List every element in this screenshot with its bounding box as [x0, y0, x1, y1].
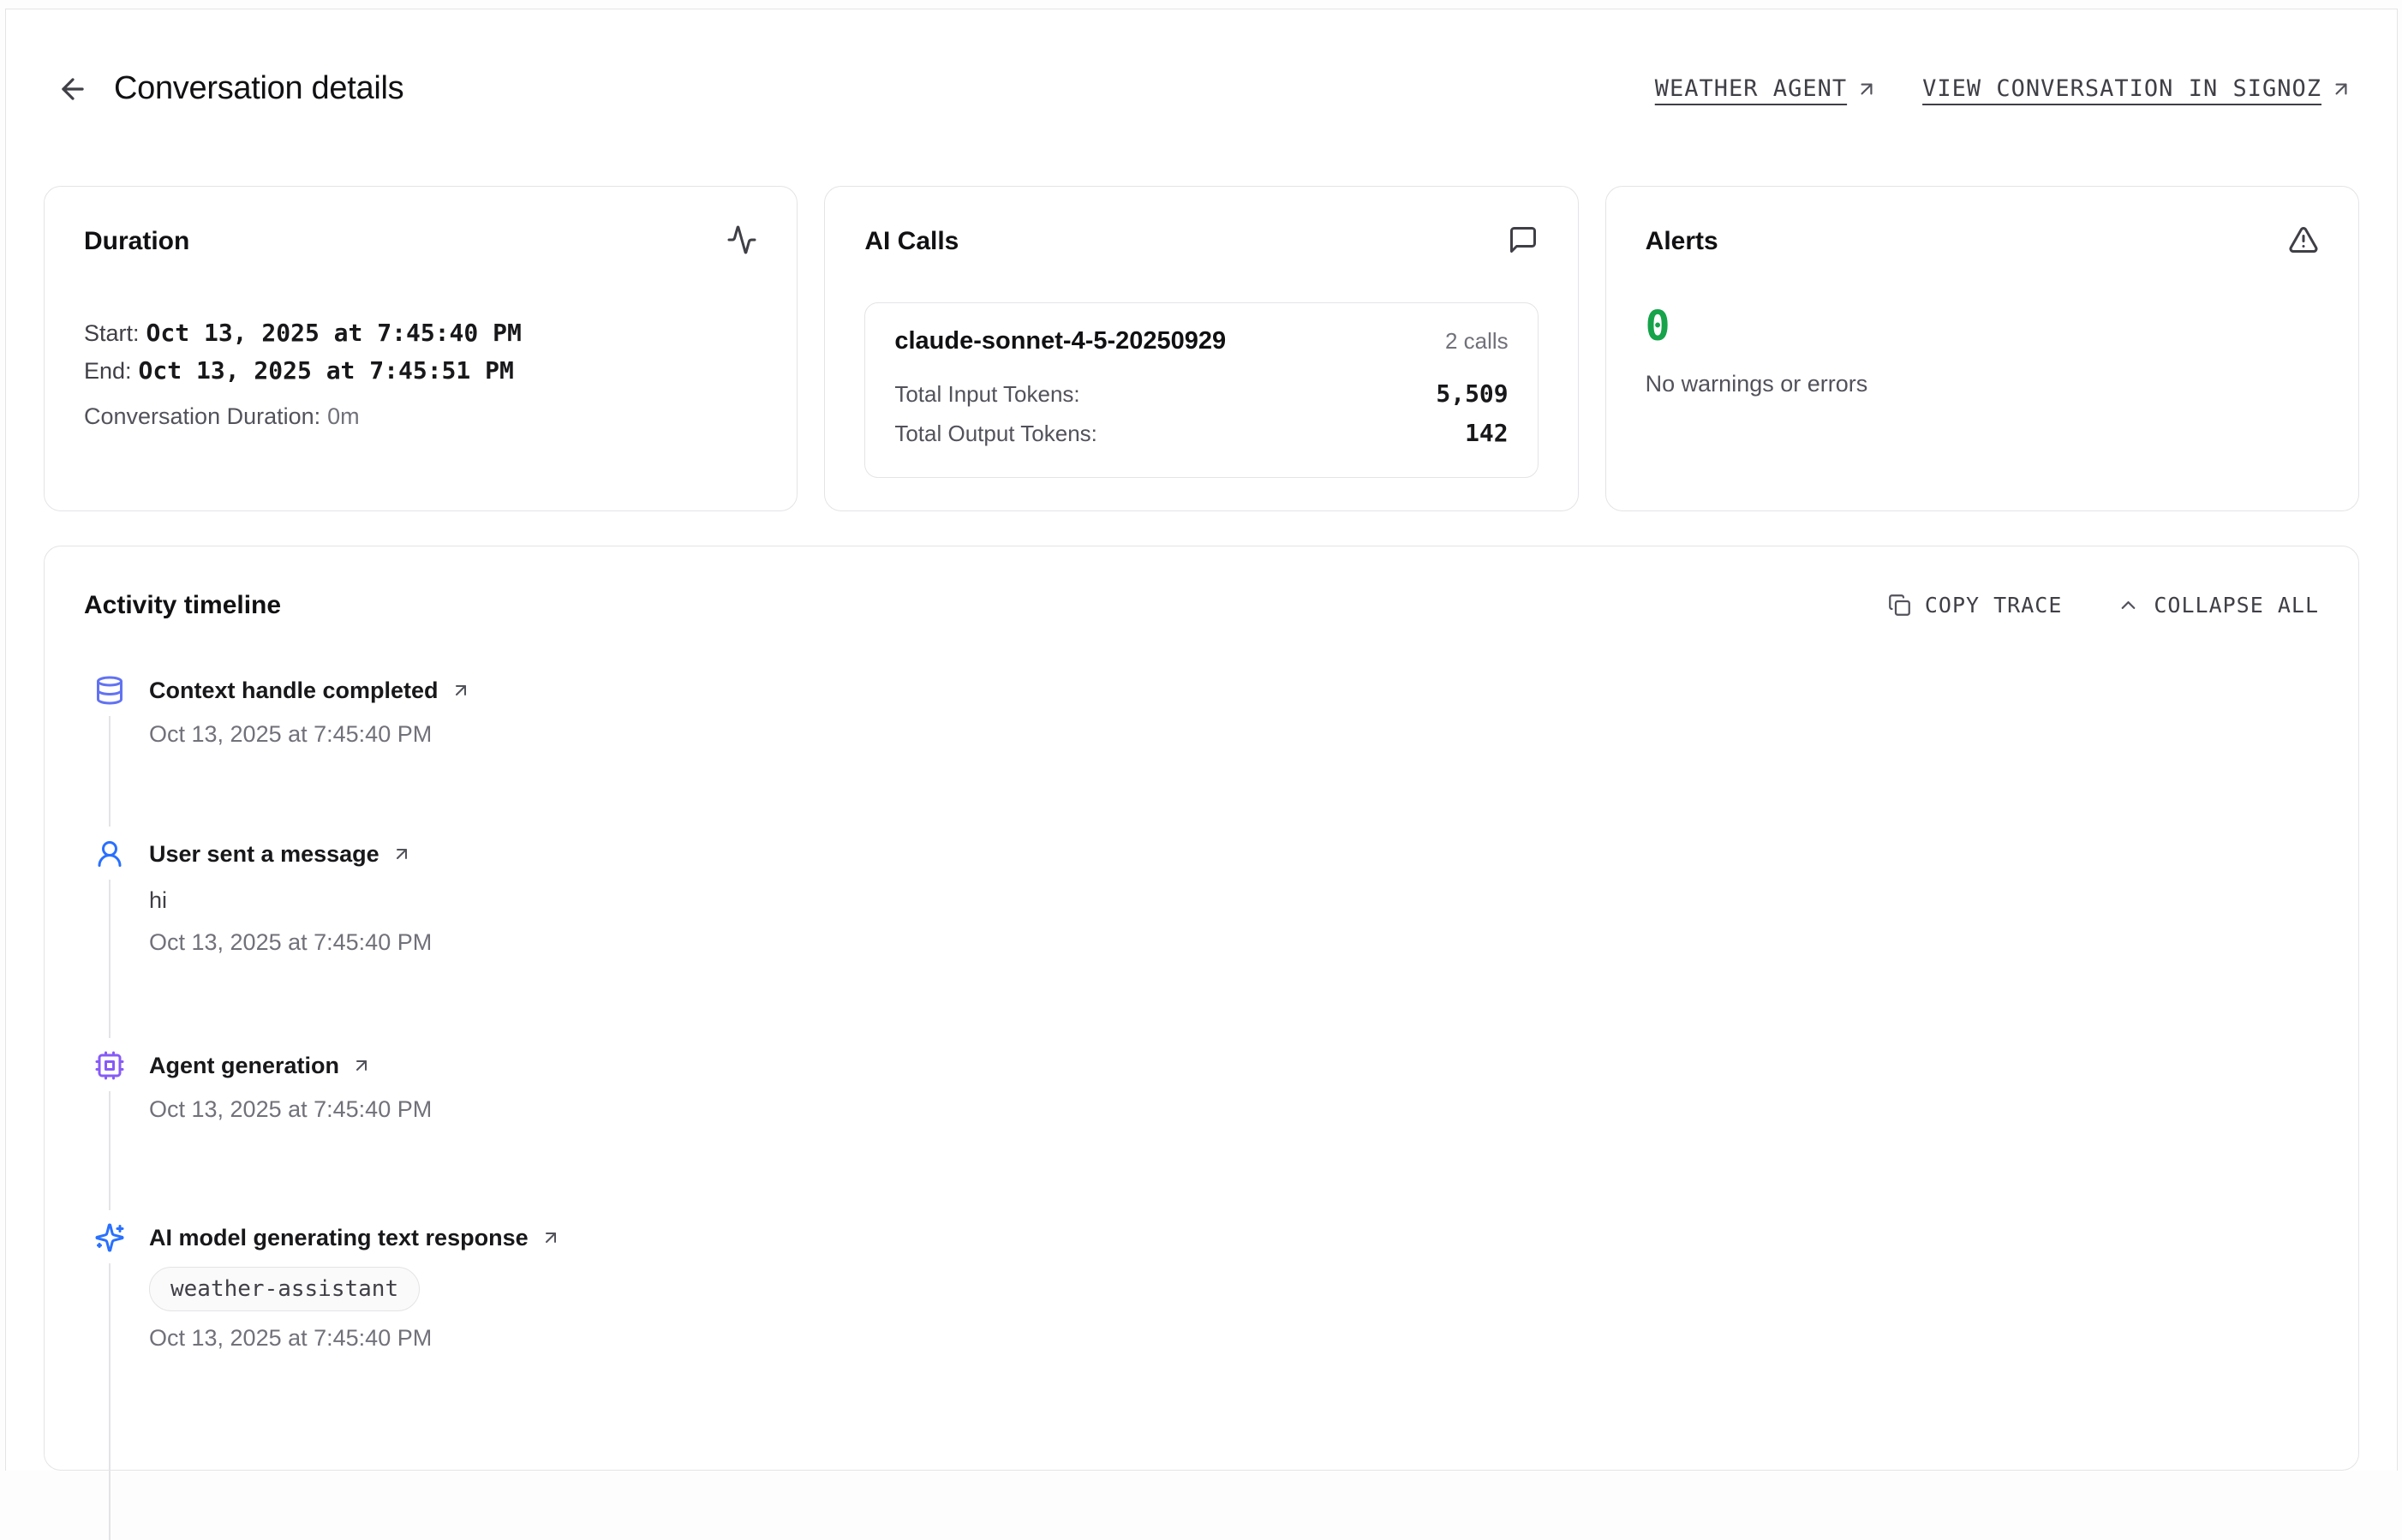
alert-count: 0 [1646, 306, 2319, 347]
timeline-event-body: hi [149, 885, 2319, 916]
alerts-card: Alerts 0 No warnings or errors [1605, 186, 2359, 511]
weather-agent-link-label: WEATHER AGENT [1655, 75, 1847, 102]
ai-calls-card-title: AI Calls [864, 227, 959, 256]
timeline-list: Context handle completed Oct 13, 2025 at… [84, 673, 2319, 1540]
copy-trace-button[interactable]: COPY TRACE [1888, 593, 2063, 618]
duration-start-row: Start:Oct 13, 2025 at 7:45:40 PM [84, 314, 757, 352]
timeline-header: Activity timeline COPY TRACE COLLAPSE AL… [84, 591, 2319, 620]
duration-end-row: End: Oct 13, 2025 at 7:45:51 PM [84, 352, 757, 390]
collapse-all-button[interactable]: COLLAPSE ALL [2117, 593, 2319, 618]
model-row: claude-sonnet-4-5-20250929 2 calls [894, 327, 1508, 355]
duration-rows: Start:Oct 13, 2025 at 7:45:40 PM End: Oct… [84, 314, 757, 430]
timeline-event-timestamp: Oct 13, 2025 at 7:45:40 PM [149, 1325, 2319, 1352]
alerts-card-header: Alerts [1646, 224, 2319, 260]
duration-start-label: Start: [84, 320, 140, 346]
external-link-icon [541, 1227, 561, 1248]
message-square-icon [1508, 224, 1539, 260]
page-header: Conversation details WEATHER AGENT VIEW … [44, 9, 2359, 129]
duration-card-header: Duration [84, 224, 757, 260]
timeline-event-title: User sent a message [149, 837, 379, 871]
activity-icon [726, 224, 757, 260]
input-tokens-label: Total Input Tokens: [894, 374, 1079, 414]
alerts-card-title: Alerts [1646, 227, 1718, 256]
duration-end-label: End: [84, 358, 132, 384]
timeline-connector [109, 1091, 111, 1210]
input-tokens-value: 5,509 [1436, 374, 1508, 414]
user-icon [94, 839, 125, 869]
conversation-duration-row: Conversation Duration: 0m [84, 403, 757, 430]
model-call-count: 2 calls [1445, 328, 1509, 355]
collapse-all-label: COLLAPSE ALL [2154, 593, 2319, 618]
conversation-duration-value: 0m [327, 403, 360, 429]
back-button[interactable] [54, 70, 92, 108]
duration-card: Duration Start:Oct 13, 2025 at 7:45:40 P… [44, 186, 798, 511]
alert-message: No warnings or errors [1646, 371, 2319, 397]
external-link-icon [351, 1055, 372, 1076]
duration-end-value: Oct 13, 2025 at 7:45:51 PM [139, 356, 514, 385]
timeline-event-link[interactable]: User sent a message [149, 837, 412, 871]
input-tokens-row: Total Input Tokens: 5,509 [894, 374, 1508, 414]
triangle-alert-icon [2288, 224, 2319, 260]
timeline-event-timestamp: Oct 13, 2025 at 7:45:40 PM [149, 1096, 2319, 1123]
activity-timeline-card: Activity timeline COPY TRACE COLLAPSE AL… [44, 546, 2359, 1471]
output-tokens-value: 142 [1465, 414, 1509, 453]
external-link-icon [391, 844, 412, 864]
arrow-left-icon [57, 73, 89, 105]
sparkles-icon [94, 1222, 125, 1253]
view-conversation-signoz-label: VIEW CONVERSATION IN SIGNOZ [1922, 75, 2321, 102]
timeline-event-timestamp: Oct 13, 2025 at 7:45:40 PM [149, 929, 2319, 956]
timeline-connector [109, 716, 111, 827]
output-tokens-row: Total Output Tokens: 142 [894, 414, 1508, 453]
timeline-event-title: Context handle completed [149, 673, 439, 707]
external-link-icon [451, 680, 471, 701]
timeline-event-link[interactable]: AI model generating text response [149, 1221, 561, 1255]
timeline-event-link[interactable]: Context handle completed [149, 673, 471, 707]
header-left: Conversation details [54, 49, 403, 129]
timeline-event-title: Agent generation [149, 1048, 339, 1083]
timeline-event-link[interactable]: Agent generation [149, 1048, 372, 1083]
agent-name-badge: weather-assistant [149, 1267, 420, 1311]
timeline-event: Context handle completed Oct 13, 2025 at… [94, 673, 2319, 837]
timeline-event: Agent generation Oct 13, 2025 at 7:45:40… [94, 1048, 2319, 1221]
timeline-connector [109, 1263, 111, 1540]
timeline-event: User sent a message hi Oct 13, 2025 at 7… [94, 837, 2319, 1048]
ai-calls-card-header: AI Calls [864, 224, 1538, 260]
timeline-event-title: AI model generating text response [149, 1221, 529, 1255]
header-links: WEATHER AGENT VIEW CONVERSATION IN SIGNO… [1655, 75, 2352, 102]
ai-calls-card: AI Calls claude-sonnet-4-5-20250929 2 ca… [824, 186, 1578, 511]
output-tokens-label: Total Output Tokens: [894, 414, 1097, 453]
view-conversation-signoz-link[interactable]: VIEW CONVERSATION IN SIGNOZ [1922, 75, 2352, 102]
model-usage-box: claude-sonnet-4-5-20250929 2 calls Total… [864, 302, 1538, 478]
cpu-icon [94, 1050, 125, 1081]
external-link-icon [1855, 78, 1878, 100]
page-title: Conversation details [114, 70, 403, 107]
timeline-event: AI model generating text response weathe… [94, 1221, 2319, 1540]
database-icon [94, 675, 125, 706]
external-link-icon [2330, 78, 2352, 100]
copy-trace-label: COPY TRACE [1925, 593, 2063, 618]
timeline-event-timestamp: Oct 13, 2025 at 7:45:40 PM [149, 721, 2319, 748]
main-panel: Conversation details WEATHER AGENT VIEW … [5, 9, 2398, 1471]
weather-agent-link[interactable]: WEATHER AGENT [1655, 75, 1878, 102]
chevron-up-icon [2117, 594, 2140, 617]
timeline-actions: COPY TRACE COLLAPSE ALL [1888, 593, 2319, 618]
timeline-title: Activity timeline [84, 591, 281, 620]
stat-cards-row: Duration Start:Oct 13, 2025 at 7:45:40 P… [44, 186, 2359, 511]
model-name: claude-sonnet-4-5-20250929 [894, 327, 1226, 355]
duration-card-title: Duration [84, 227, 189, 256]
conversation-duration-label: Conversation Duration: [84, 403, 320, 429]
timeline-connector [109, 880, 111, 1038]
copy-icon [1888, 594, 1911, 617]
duration-start-value: Oct 13, 2025 at 7:45:40 PM [146, 319, 522, 347]
